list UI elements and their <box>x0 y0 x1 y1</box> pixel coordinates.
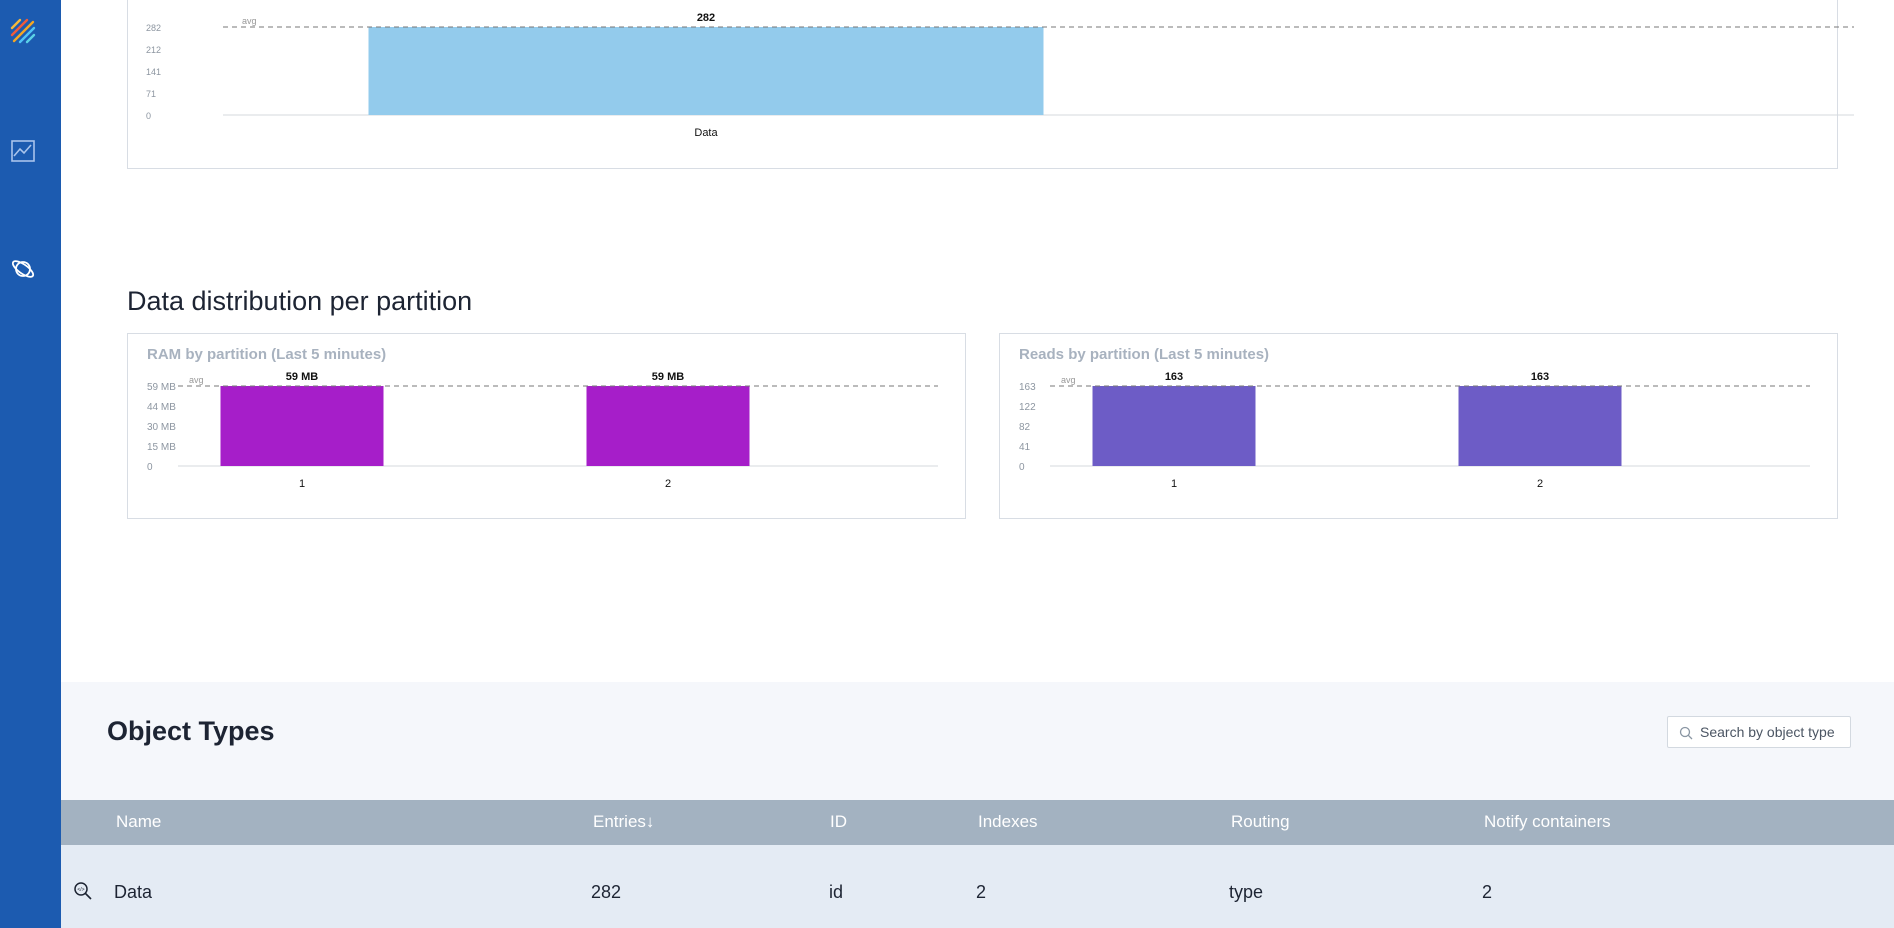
x-tick-label: Data <box>694 127 718 139</box>
cell-entries: 282 <box>591 882 622 902</box>
ram-chart-card: RAM by partition (Last 5 minutes) 0 15 MB… <box>127 333 966 519</box>
bar <box>1458 386 1622 466</box>
y-tick-label: 163 <box>1019 382 1036 393</box>
bar-value-label: 59 MB <box>652 371 684 383</box>
sidebar <box>0 0 61 928</box>
search-icon <box>1679 726 1693 740</box>
bar <box>586 386 750 466</box>
y-tick-label: 44 MB <box>147 402 176 413</box>
bar-value-label: 163 <box>1165 371 1183 383</box>
reads-chart-card: Reads by partition (Last 5 minutes) 0 41 8… <box>999 333 1838 519</box>
cell-id: id <box>829 882 844 902</box>
y-tick-label: 212 <box>146 45 161 55</box>
inspect-icon[interactable]: </> <box>73 881 93 901</box>
column-header-name[interactable]: Name <box>116 812 161 832</box>
main-content: 0 71 141 212 282 282 Data avg Data distribution… <box>61 0 1894 928</box>
bar <box>368 27 1044 115</box>
y-tick-label: 82 <box>1019 422 1031 433</box>
x-tick-label: 1 <box>1171 478 1177 490</box>
search-input[interactable] <box>1700 719 1848 745</box>
object-types-title: Object Types <box>107 716 275 746</box>
ram-chart: 0 15 MB 30 MB 44 MB 59 MB 59 MB 1 59 MB 2 avg <box>147 371 938 490</box>
y-tick-label: 282 <box>146 23 161 33</box>
y-tick-label: 59 MB <box>147 382 176 393</box>
chart-icon[interactable] <box>10 138 36 164</box>
entries-chart-card: 0 71 141 212 282 282 Data avg <box>127 0 1854 169</box>
svg-text:</>: </> <box>77 887 84 893</box>
avg-label: avg <box>1061 375 1076 385</box>
avg-label: avg <box>189 375 204 385</box>
y-tick-label: 30 MB <box>147 422 176 433</box>
bar <box>1092 386 1256 466</box>
column-header-indexes[interactable]: Indexes <box>978 812 1038 832</box>
cell-name: Data <box>114 882 153 902</box>
cell-notify-containers: 2 <box>1482 882 1493 902</box>
y-tick-label: 15 MB <box>147 442 176 453</box>
cell-routing: type <box>1229 882 1264 902</box>
column-header-entries[interactable]: Entries↓ <box>593 812 654 832</box>
bar-value-label: 59 MB <box>286 371 318 383</box>
section-title: Data distribution per partition <box>127 286 473 316</box>
avg-label: avg <box>242 16 257 26</box>
table-header: Name Entries↓ ID Indexes Routing Notify … <box>61 800 1894 845</box>
y-tick-label: 122 <box>1019 402 1036 413</box>
y-tick-label: 0 <box>1019 462 1025 473</box>
table-row[interactable]: </> Data 282 id 2 type 2 <box>61 845 1894 928</box>
bar <box>220 386 384 466</box>
x-tick-label: 1 <box>299 478 305 490</box>
entries-chart: 0 71 141 212 282 282 Data avg <box>146 12 1854 139</box>
column-header-notify-containers[interactable]: Notify containers <box>1484 812 1611 832</box>
object-types-section: Object Types Name Entries↓ ID Indexes Ro… <box>61 682 1894 928</box>
y-tick-label: 141 <box>146 67 161 77</box>
bar-value-label: 282 <box>697 12 715 24</box>
y-tick-label: 71 <box>146 89 156 99</box>
y-tick-label: 0 <box>147 462 153 473</box>
reads-chart: 0 41 82 122 163 163 1 163 2 avg <box>1019 371 1810 490</box>
x-tick-label: 2 <box>1537 478 1543 490</box>
column-header-id[interactable]: ID <box>830 812 847 832</box>
planet-icon[interactable] <box>10 256 36 282</box>
cell-indexes: 2 <box>976 882 987 902</box>
search-box[interactable] <box>1667 716 1851 748</box>
x-tick-label: 2 <box>665 478 671 490</box>
y-tick-label: 41 <box>1019 442 1031 453</box>
bar-value-label: 163 <box>1531 371 1549 383</box>
column-header-routing[interactable]: Routing <box>1231 812 1290 832</box>
y-tick-label: 0 <box>146 111 151 121</box>
logo-icon[interactable] <box>10 18 36 44</box>
